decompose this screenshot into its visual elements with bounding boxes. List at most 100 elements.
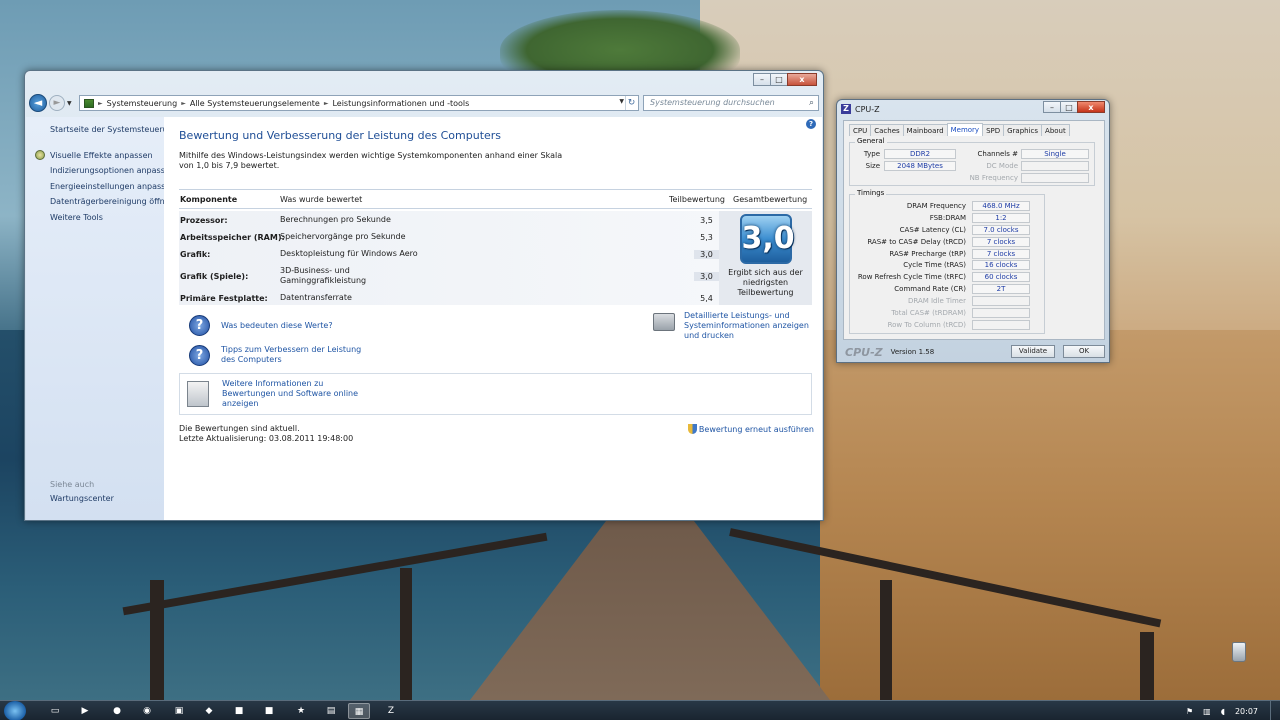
search-icon[interactable]: ⌕ xyxy=(809,96,814,110)
app-taskbar-icon[interactable]: ■ xyxy=(228,703,250,719)
recent-pages-dropdown[interactable]: ▼ xyxy=(67,100,75,107)
rerun-assessment-link[interactable]: Bewertung erneut ausführen xyxy=(687,424,814,434)
breadcrumb-control-panel[interactable]: Systemsteuerung xyxy=(107,99,178,108)
control-panel-taskbar-icon[interactable]: ▦ xyxy=(348,703,370,719)
minimize-button[interactable]: – xyxy=(753,73,771,86)
timing-label: FSB:DRAM xyxy=(929,214,966,222)
tab-mainboard[interactable]: Mainboard xyxy=(902,124,948,136)
address-dropdown-icon[interactable]: ▼ xyxy=(619,98,624,105)
tab-spd[interactable]: SPD xyxy=(982,124,1005,136)
star-app-taskbar-icon[interactable]: ★ xyxy=(290,703,312,719)
details-link[interactable]: Detaillierte Leistungs- und Systeminform… xyxy=(684,311,812,341)
refresh-icon[interactable]: ↻ xyxy=(625,96,637,110)
timing-value: 7 clocks xyxy=(972,249,1030,259)
cpuz-close-button[interactable]: x xyxy=(1077,101,1105,113)
cpuz-maximize-button[interactable]: □ xyxy=(1060,101,1078,113)
status-text: Die Bewertungen sind aktuell. Letzte Akt… xyxy=(179,424,353,444)
row-score: 3,5 xyxy=(700,215,713,225)
network-icon[interactable]: ▥ xyxy=(1203,707,1211,716)
row-score: 5,4 xyxy=(700,293,713,303)
validate-button[interactable]: Validate xyxy=(1011,345,1055,358)
timing-label: Cycle Time (tRAS) xyxy=(903,261,966,269)
sidebar-item-power[interactable]: Energieeinstellungen anpassen xyxy=(50,182,175,192)
table-row: Prozessor: Berechnungen pro Sekunde 3,5 xyxy=(179,213,719,227)
app-taskbar-icon[interactable]: ▣ xyxy=(168,703,190,719)
sidebar-item-more-tools[interactable]: Weitere Tools xyxy=(50,213,164,223)
timing-value: 468.0 MHz xyxy=(972,201,1030,211)
close-button[interactable]: x xyxy=(787,73,817,86)
system-tray: ⚑ ▥ ◖ 20:07 xyxy=(1186,701,1280,720)
maximize-button[interactable]: □ xyxy=(770,73,788,86)
base-score-note: Ergibt sich aus der niedrigsten Teilbewe… xyxy=(728,268,803,297)
ok-button[interactable]: OK xyxy=(1063,345,1105,358)
sidebar-item-visual-effects[interactable]: Visuelle Effekte anpassen xyxy=(35,149,164,161)
header-subscore: Teilbewertung xyxy=(669,194,726,204)
timing-value: 7 clocks xyxy=(972,237,1030,247)
meaning-link-row[interactable]: ? Was bedeuten diese Werte? xyxy=(189,315,389,336)
action-center-link[interactable]: Wartungscenter xyxy=(50,494,114,503)
dc-mode-label: DC Mode xyxy=(986,162,1018,170)
tab-about[interactable]: About xyxy=(1041,124,1070,136)
recycle-bin-icon[interactable] xyxy=(1232,642,1246,662)
question-icon: ? xyxy=(189,345,210,366)
general-group-label: General xyxy=(855,137,887,145)
explorer-taskbar-icon[interactable]: ▭ xyxy=(44,703,66,719)
tab-caches[interactable]: Caches xyxy=(870,124,904,136)
app-taskbar-icon[interactable]: ▤ xyxy=(320,703,342,719)
size-label: Size xyxy=(865,162,880,170)
cpuz-taskbar-icon[interactable]: Z xyxy=(380,703,402,719)
page-title: Bewertung und Verbesserung der Leistung … xyxy=(179,129,502,142)
table-row: Grafik: Desktopleistung für Windows Aero… xyxy=(179,247,719,261)
timing-value: 1:2 xyxy=(972,213,1030,223)
row-rated: Datentransferrate xyxy=(280,293,352,302)
tab-cpu[interactable]: CPU xyxy=(849,124,872,136)
sidebar: Startseite der Systemsteuerung Visuelle … xyxy=(26,117,178,520)
recording-taskbar-icon[interactable]: ● xyxy=(106,703,128,719)
cpuz-tabs: CPU Caches Mainboard Memory SPD Graphics… xyxy=(849,123,1070,136)
search-input[interactable]: Systemsteuerung durchsuchen ⌕ xyxy=(643,95,819,111)
status-line-1: Die Bewertungen sind aktuell. xyxy=(179,424,300,433)
start-button[interactable] xyxy=(4,701,26,720)
clock[interactable]: 20:07 xyxy=(1235,707,1258,716)
more-info-link[interactable]: Weitere Informationen zu Bewertungen und… xyxy=(222,379,372,409)
nb-frequency-value xyxy=(1021,173,1089,183)
firefox-taskbar-icon[interactable]: ◉ xyxy=(136,703,158,719)
cpuz-version: Version 1.58 xyxy=(890,348,935,356)
forward-button[interactable]: ► xyxy=(49,95,65,111)
show-desktop-button[interactable] xyxy=(1270,701,1280,720)
tab-graphics[interactable]: Graphics xyxy=(1003,124,1043,136)
timings-group: Timings DRAM Frequency 468.0 MHz FSB:DRA… xyxy=(849,189,1045,334)
app-taskbar-icon[interactable]: ■ xyxy=(258,703,280,719)
breadcrumb-all-items[interactable]: Alle Systemsteuerungselemente xyxy=(190,99,320,108)
row-rated: Speichervorgänge pro Sekunde xyxy=(280,232,406,241)
help-icon[interactable]: ? xyxy=(806,119,816,129)
volume-icon[interactable]: ◖ xyxy=(1221,707,1225,716)
timing-label: Total CAS# (tRDRAM) xyxy=(891,309,966,317)
cpuz-minimize-button[interactable]: – xyxy=(1043,101,1061,113)
app-taskbar-icon[interactable]: ◆ xyxy=(198,703,220,719)
details-link-row[interactable]: Detaillierte Leistungs- und Systeminform… xyxy=(653,311,813,341)
row-component: Arbeitsspeicher (RAM): xyxy=(180,232,285,242)
media-player-taskbar-icon[interactable]: ▶ xyxy=(74,703,96,719)
sidebar-item-indexing[interactable]: Indizierungsoptionen anpassen xyxy=(50,166,175,176)
base-score-badge: 3,0 xyxy=(739,214,795,264)
tips-link-row[interactable]: ? Tipps zum Verbessern der Leistung des … xyxy=(189,345,389,366)
flag-icon[interactable]: ⚑ xyxy=(1186,707,1193,716)
table-row: Primäre Festplatte: Datentransferrate 5,… xyxy=(179,291,719,305)
timing-label: CAS# Latency (CL) xyxy=(899,226,966,234)
address-bar[interactable]: ► Systemsteuerung ► Alle Systemsteuerung… xyxy=(79,95,639,111)
main-content: ? Bewertung und Verbesserung der Leistun… xyxy=(164,117,822,520)
sidebar-item-disk-cleanup[interactable]: Datenträgerbereinigung öffnen xyxy=(50,197,175,207)
row-rated: Berechnungen pro Sekunde xyxy=(280,215,391,224)
sidebar-home-link[interactable]: Startseite der Systemsteuerung xyxy=(50,125,178,135)
search-placeholder: Systemsteuerung durchsuchen xyxy=(650,98,775,107)
performance-window: – □ x ◄ ► ▼ ► Systemsteuerung ► Alle Sys… xyxy=(24,70,824,521)
question-icon: ? xyxy=(189,315,210,336)
meaning-link[interactable]: Was bedeuten diese Werte? xyxy=(221,321,333,331)
back-button[interactable]: ◄ xyxy=(29,94,47,112)
breadcrumb-performance[interactable]: Leistungsinformationen und -tools xyxy=(332,99,469,108)
tab-memory[interactable]: Memory xyxy=(946,123,984,136)
chevron-right-icon: ► xyxy=(323,99,329,107)
tips-link[interactable]: Tipps zum Verbessern der Leistung des Co… xyxy=(221,345,366,365)
row-score: 5,3 xyxy=(700,232,713,242)
